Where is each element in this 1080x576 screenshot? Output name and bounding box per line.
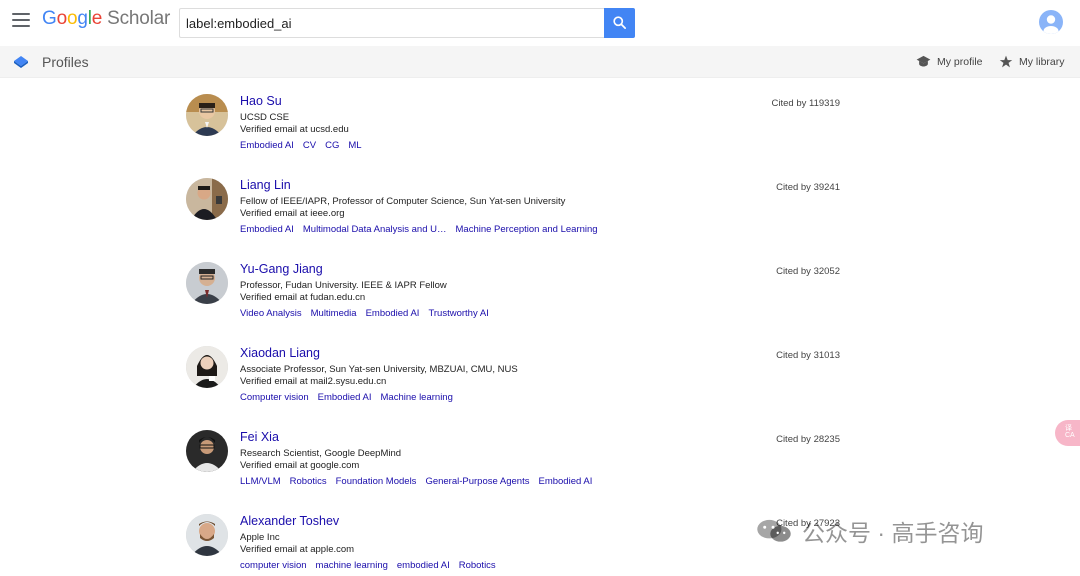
profile-email: Verified email at google.com	[240, 460, 360, 471]
profile-email: Verified email at fudan.edu.cn	[240, 292, 366, 303]
interest-tag[interactable]: General-Purpose Agents	[425, 476, 529, 487]
interest-tag[interactable]: Machine learning	[381, 392, 453, 403]
google-scholar-logo[interactable]: Google Scholar	[42, 8, 170, 30]
profile-interests: Computer vision Embodied AI Machine lear…	[240, 392, 453, 403]
profile-interests: Embodied AI CV CG ML	[240, 140, 362, 151]
profile-row: Liang Lin Fellow of IEEE/IAPR, Professor…	[184, 162, 844, 246]
cited-by-count[interactable]: Cited by 119319	[772, 98, 841, 109]
profile-affiliation: Apple Inc	[240, 532, 280, 543]
profile-row: Alexander Toshev Apple Inc Verified emai…	[184, 498, 844, 576]
interest-tag[interactable]: Embodied AI	[538, 476, 592, 487]
interest-tag[interactable]: Multimodal Data Analysis and U…	[303, 224, 447, 235]
profile-interests: computer vision machine learning embodie…	[240, 560, 496, 571]
translate-float-button[interactable]: 译 CA	[1055, 420, 1080, 446]
interest-tag[interactable]: Trustworthy AI	[428, 308, 488, 319]
profile-affiliation: Research Scientist, Google DeepMind	[240, 448, 402, 459]
profile-affiliation: Fellow of IEEE/IAPR, Professor of Comput…	[240, 196, 566, 207]
profile-email: Verified email at mail2.sysu.edu.cn	[240, 376, 387, 387]
profile-interests: Embodied AI Multimodal Data Analysis and…	[240, 224, 598, 235]
interest-tag[interactable]: Embodied AI	[240, 224, 294, 235]
cited-by-count[interactable]: Cited by 28235	[776, 434, 840, 445]
profile-photo[interactable]	[186, 262, 228, 304]
profile-interests: Video Analysis Multimedia Embodied AI Tr…	[240, 308, 489, 319]
profile-photo[interactable]	[186, 346, 228, 388]
interest-tag[interactable]: Computer vision	[240, 392, 309, 403]
account-avatar[interactable]	[1039, 10, 1063, 34]
profile-interests: LLM/VLM Robotics Foundation Models Gener…	[240, 476, 592, 487]
my-profile-label: My profile	[937, 55, 983, 68]
profile-photo[interactable]	[186, 178, 228, 220]
watermark: 公众号 · 高手咨询	[754, 514, 983, 548]
my-library-link[interactable]: My library	[999, 55, 1065, 68]
logo-letter: g	[77, 8, 88, 29]
menu-icon[interactable]	[12, 13, 30, 29]
logo-letter: o	[66, 8, 78, 29]
profile-row: Fei Xia Research Scientist, Google DeepM…	[184, 414, 844, 498]
interest-tag[interactable]: embodied AI	[397, 560, 450, 571]
interest-tag[interactable]: Robotics	[459, 560, 496, 571]
profile-email: Verified email at ucsd.edu	[240, 124, 349, 135]
cited-by-count[interactable]: Cited by 32052	[776, 266, 840, 277]
interest-tag[interactable]: LLM/VLM	[240, 476, 281, 487]
profile-email: Verified email at apple.com	[240, 544, 355, 555]
interest-tag[interactable]: Machine Perception and Learning	[456, 224, 598, 235]
profile-email: Verified email at ieee.org	[240, 208, 345, 219]
logo-suffix: Scholar	[107, 8, 171, 29]
interest-tag[interactable]: Robotics	[290, 476, 327, 487]
profile-name[interactable]: Yu-Gang Jiang	[240, 262, 323, 276]
profile-photo[interactable]	[186, 514, 228, 556]
graduation-cap-icon	[916, 55, 931, 67]
profiles-icon	[14, 56, 28, 68]
logo-letter: G	[42, 8, 57, 29]
logo-letter: e	[91, 8, 103, 29]
profile-name[interactable]: Alexander Toshev	[240, 514, 339, 528]
watermark-text: 公众号 · 高手咨询	[802, 520, 984, 546]
logo-letter: o	[56, 8, 68, 29]
star-icon	[999, 55, 1013, 68]
profile-name[interactable]: Liang Lin	[240, 178, 291, 192]
interest-tag[interactable]: Embodied AI	[318, 392, 372, 403]
interest-tag[interactable]: Video Analysis	[240, 308, 302, 319]
profile-affiliation: UCSD CSE	[240, 112, 290, 123]
profile-row: Yu-Gang Jiang Professor, Fudan Universit…	[184, 246, 844, 330]
interest-tag[interactable]: Multimedia	[311, 308, 357, 319]
interest-tag[interactable]: Embodied AI	[366, 308, 420, 319]
search-icon	[613, 16, 626, 29]
wechat-icon	[757, 519, 791, 542]
cited-by-count[interactable]: Cited by 39241	[776, 182, 840, 193]
interest-tag[interactable]: machine learning	[316, 560, 388, 571]
my-library-label: My library	[1019, 55, 1065, 68]
translate-float-label: 译 CA	[1065, 425, 1075, 439]
interest-tag[interactable]: CG	[325, 140, 339, 151]
search-button[interactable]	[604, 8, 635, 38]
profile-name[interactable]: Hao Su	[240, 94, 282, 108]
profile-photo[interactable]	[186, 94, 228, 136]
interest-tag[interactable]: CV	[303, 140, 316, 151]
interest-tag[interactable]: ML	[348, 140, 361, 151]
interest-tag[interactable]: Embodied AI	[240, 140, 294, 151]
search-input[interactable]	[179, 8, 605, 38]
profile-row: Xiaodan Liang Associate Professor, Sun Y…	[184, 330, 844, 414]
profile-photo[interactable]	[186, 430, 228, 472]
profile-row: Hao Su UCSD CSE Verified email at ucsd.e…	[184, 78, 844, 162]
interest-tag[interactable]: computer vision	[240, 560, 307, 571]
profile-name[interactable]: Xiaodan Liang	[240, 346, 320, 360]
profiles-subbar: Profiles My profile My library	[0, 46, 1080, 78]
page-title: Profiles	[42, 54, 89, 70]
profile-affiliation: Professor, Fudan University. IEEE & IAPR…	[240, 280, 447, 291]
top-bar: Google Scholar	[0, 0, 1080, 46]
profile-affiliation: Associate Professor, Sun Yat-sen Univers…	[240, 364, 518, 375]
profile-name[interactable]: Fei Xia	[240, 430, 279, 444]
person-icon	[1043, 15, 1059, 34]
interest-tag[interactable]: Foundation Models	[336, 476, 417, 487]
my-profile-link[interactable]: My profile	[916, 55, 983, 68]
cited-by-count[interactable]: Cited by 31013	[776, 350, 840, 361]
